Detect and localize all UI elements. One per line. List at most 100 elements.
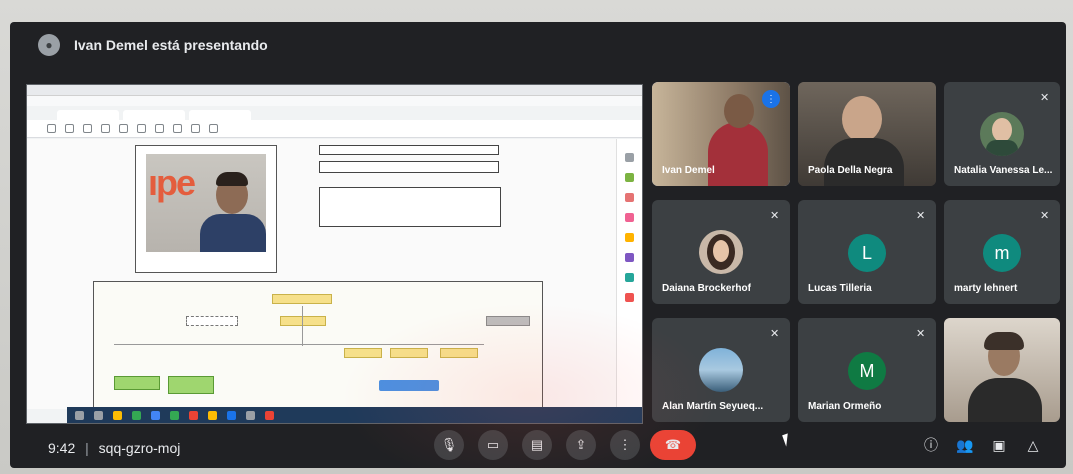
presenter-bar: ● Ivan Demel está presentando [10, 22, 1066, 68]
participant-name: Alan Martín Seyueq... [662, 401, 764, 412]
side-tool-icon [625, 193, 634, 202]
chat-button[interactable]: ▣ [988, 434, 1010, 456]
avatar-face [992, 118, 1012, 142]
participant-body [708, 122, 768, 186]
more-options-button[interactable]: ⋮ [610, 430, 640, 460]
side-tool-icon [625, 173, 634, 182]
captions-button[interactable]: ▤ [522, 430, 552, 460]
participant-tile[interactable]: ✕ L Lucas Tilleria [798, 200, 936, 304]
participant-tile[interactable]: ✕ m marty lehnert [944, 200, 1060, 304]
toolbar-icon [83, 124, 92, 133]
org-node [280, 316, 326, 326]
end-call-button[interactable]: ☎ [650, 430, 696, 460]
participant-name: Daiana Brockerhof [662, 283, 751, 294]
camera-icon: ▭ [486, 437, 500, 452]
presenter-avatar: ● [38, 34, 60, 56]
mic-off-icon: ✕ [916, 210, 926, 222]
org-chart [93, 281, 543, 411]
participant-tile[interactable]: ⋮ Ivan Demel [652, 82, 790, 186]
participant-head [842, 96, 882, 142]
toolbar-icon [101, 124, 110, 133]
participant-initial-avatar: L [848, 234, 886, 272]
meeting-code: sqq-gzro-moj [98, 440, 181, 456]
people-icon: 👥 [956, 436, 974, 453]
monitor-screen: ● Ivan Demel está presentando ıpe ⋮ Ivan… [0, 0, 1073, 474]
participant-avatar [699, 348, 743, 392]
participant-avatar [980, 112, 1024, 156]
participant-tile[interactable]: ✕ Natalia Vanessa Le... [944, 82, 1060, 186]
toolbar-icon [209, 124, 218, 133]
document-side-toolbar [616, 139, 642, 409]
presenter-label: Ivan Demel está presentando [74, 37, 268, 53]
mic-icon: 🎙 [440, 437, 458, 452]
side-tool-icon [625, 273, 634, 282]
side-tool-icon [625, 233, 634, 242]
info-button[interactable]: ⓘ [920, 434, 942, 456]
side-tool-icon [625, 293, 634, 302]
chat-icon: ▣ [992, 436, 1006, 453]
toolbar-icon [191, 124, 200, 133]
toolbar-icon [173, 124, 182, 133]
shared-screen[interactable]: ıpe [26, 84, 643, 424]
participant-name: marty lehnert [954, 283, 1018, 294]
participant-name: Marian Ormeño [808, 401, 882, 412]
avatar-face [713, 240, 729, 262]
toolbar-icon [155, 124, 164, 133]
participant-tile[interactable]: ✕ Alan Martín Seyueq... [652, 318, 790, 422]
activities-button[interactable]: △ [1022, 434, 1044, 456]
org-node [390, 348, 428, 358]
participant-hair [984, 332, 1024, 350]
mic-button[interactable]: 🎙 [434, 430, 464, 460]
info-icon: ⓘ [924, 437, 938, 453]
participant-tile[interactable]: Paola Della Negra [798, 82, 936, 186]
shared-tab [57, 110, 119, 120]
people-button[interactable]: 👥 [954, 434, 976, 456]
participant-body [968, 378, 1042, 422]
document-text-box [319, 145, 499, 155]
participant-tile[interactable]: ✕ M Marian Ormeño [798, 318, 936, 422]
end-call-icon: ☎ [664, 437, 682, 452]
participant-avatar [699, 230, 743, 274]
mic-off-icon: ✕ [770, 328, 780, 340]
document-photo: ıpe [146, 154, 266, 252]
activities-icon: △ [1027, 436, 1039, 453]
more-options-icon: ⋮ [618, 437, 632, 452]
org-node [344, 348, 382, 358]
photo-person-body [200, 214, 266, 252]
captions-icon: ▤ [530, 437, 544, 452]
shared-window-menubar [27, 96, 642, 106]
mic-off-icon: ✕ [1040, 92, 1050, 104]
document-photo-frame: ıpe [135, 145, 277, 273]
photo-logo: ıpe [148, 162, 196, 203]
side-tool-icon [625, 253, 634, 262]
participant-tile[interactable]: ✕ Daiana Brockerhof [652, 200, 790, 304]
org-node [186, 316, 238, 326]
present-button[interactable]: ⇪ [566, 430, 596, 460]
org-node [440, 348, 478, 358]
document-text-box [319, 161, 499, 173]
org-connector [114, 344, 484, 345]
meeting-time: 9:42 [48, 440, 76, 456]
document-blue-button [379, 380, 439, 391]
document-text-box [319, 187, 501, 227]
shared-document-canvas: ıpe [27, 139, 617, 411]
side-tool-icon [625, 213, 634, 222]
mic-off-icon: ✕ [1040, 210, 1050, 222]
participant-name: Ivan Demel [662, 165, 715, 176]
google-meet-window: ● Ivan Demel está presentando ıpe ⋮ Ivan… [10, 22, 1066, 468]
camera-button[interactable]: ▭ [478, 430, 508, 460]
participant-name: Lucas Tilleria [808, 283, 872, 294]
toolbar-icon [137, 124, 146, 133]
mic-off-icon: ✕ [770, 210, 780, 222]
shared-window-tabs [27, 106, 642, 120]
participant-name: Paola Della Negra [808, 165, 893, 176]
present-icon: ⇪ [575, 437, 587, 452]
toolbar-icon [65, 124, 74, 133]
shared-tab [123, 110, 185, 120]
meeting-separator: | [85, 440, 89, 456]
participant-tile[interactable] [944, 318, 1060, 422]
org-connector [302, 306, 303, 346]
org-node [486, 316, 530, 326]
participant-name: Natalia Vanessa Le... [954, 165, 1053, 176]
org-node [114, 376, 160, 390]
